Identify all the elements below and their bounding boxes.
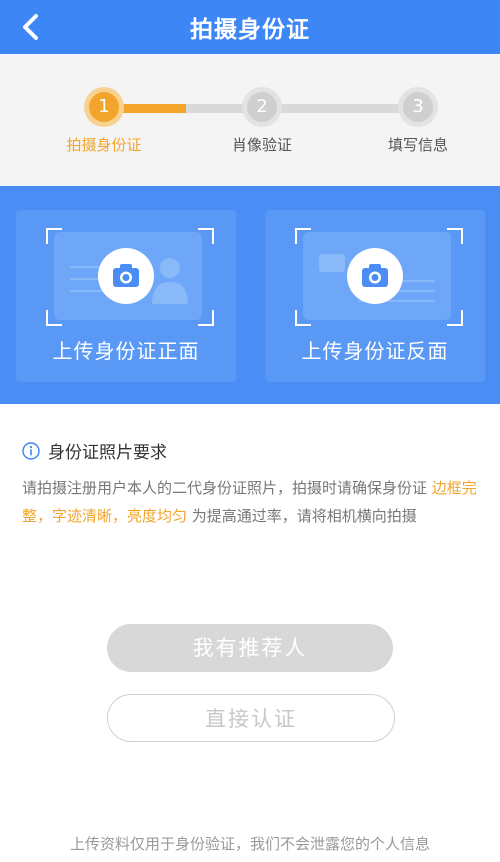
info-icon [22,441,40,460]
step-2: 2 肖像验证 [197,92,327,155]
step-3: 3 填写信息 [353,92,483,155]
portrait-icon [152,258,188,304]
id-upload-area: 上传身份证正面 上传身份证反面 [0,186,500,404]
header-bar: 拍摄身份证 [0,0,500,54]
camera-icon [347,248,403,304]
privacy-note: 上传资料仅用于身份验证，我们不会泄露您的个人信息 [69,835,430,853]
camera-icon [98,248,154,304]
requirements-text-before: 请拍摄注册用户本人的二代身份证照片，拍摄时请确保身份证 [22,479,432,497]
step-3-number: 3 [403,92,433,122]
step-progress: 1 拍摄身份证 2 肖像验证 3 填写信息 [0,54,500,186]
upload-front-label: 上传身份证正面 [52,339,200,363]
requirements-header: 身份证照片要求 [22,438,167,463]
requirements-text-after: 为提高通过率，请将相机横向拍摄 [187,507,417,525]
upload-front-button[interactable]: 上传身份证正面 [16,210,236,382]
step-3-label: 填写信息 [387,136,448,154]
page-title: 拍摄身份证 [190,17,310,43]
referrer-button[interactable]: 我有推荐人 [107,624,393,672]
step-1-label: 拍摄身份证 [66,136,142,154]
direct-verify-button[interactable]: 直接认证 [107,694,395,742]
upload-back-label: 上传身份证反面 [301,339,449,363]
requirements-title: 身份证照片要求 [48,443,167,463]
requirements-text: 请拍摄注册用户本人的二代身份证照片，拍摄时请确保身份证 边框完整，字迹清晰，亮度… [22,474,480,530]
step-1: 1 拍摄身份证 [39,92,169,155]
step-2-label: 肖像验证 [231,136,292,154]
step-1-number: 1 [89,92,119,122]
step-2-number: 2 [247,92,277,122]
upload-back-button[interactable]: 上传身份证反面 [265,210,485,382]
